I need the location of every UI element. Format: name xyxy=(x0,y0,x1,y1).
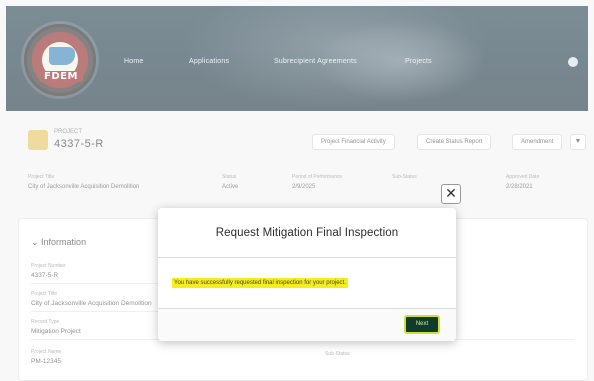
modal-title: Request Mitigation Final Inspection xyxy=(215,226,399,239)
success-message: You have successfully requested final in… xyxy=(172,278,348,288)
final-inspection-modal: Request Mitigation Final Inspection You … xyxy=(158,208,456,341)
next-button[interactable]: Next xyxy=(404,315,440,334)
close-icon[interactable]: ✕ xyxy=(441,184,461,204)
modal-footer: Next xyxy=(158,308,456,341)
modal-body: You have successfully requested final in… xyxy=(158,258,456,308)
modal-header: Request Mitigation Final Inspection xyxy=(158,208,456,258)
